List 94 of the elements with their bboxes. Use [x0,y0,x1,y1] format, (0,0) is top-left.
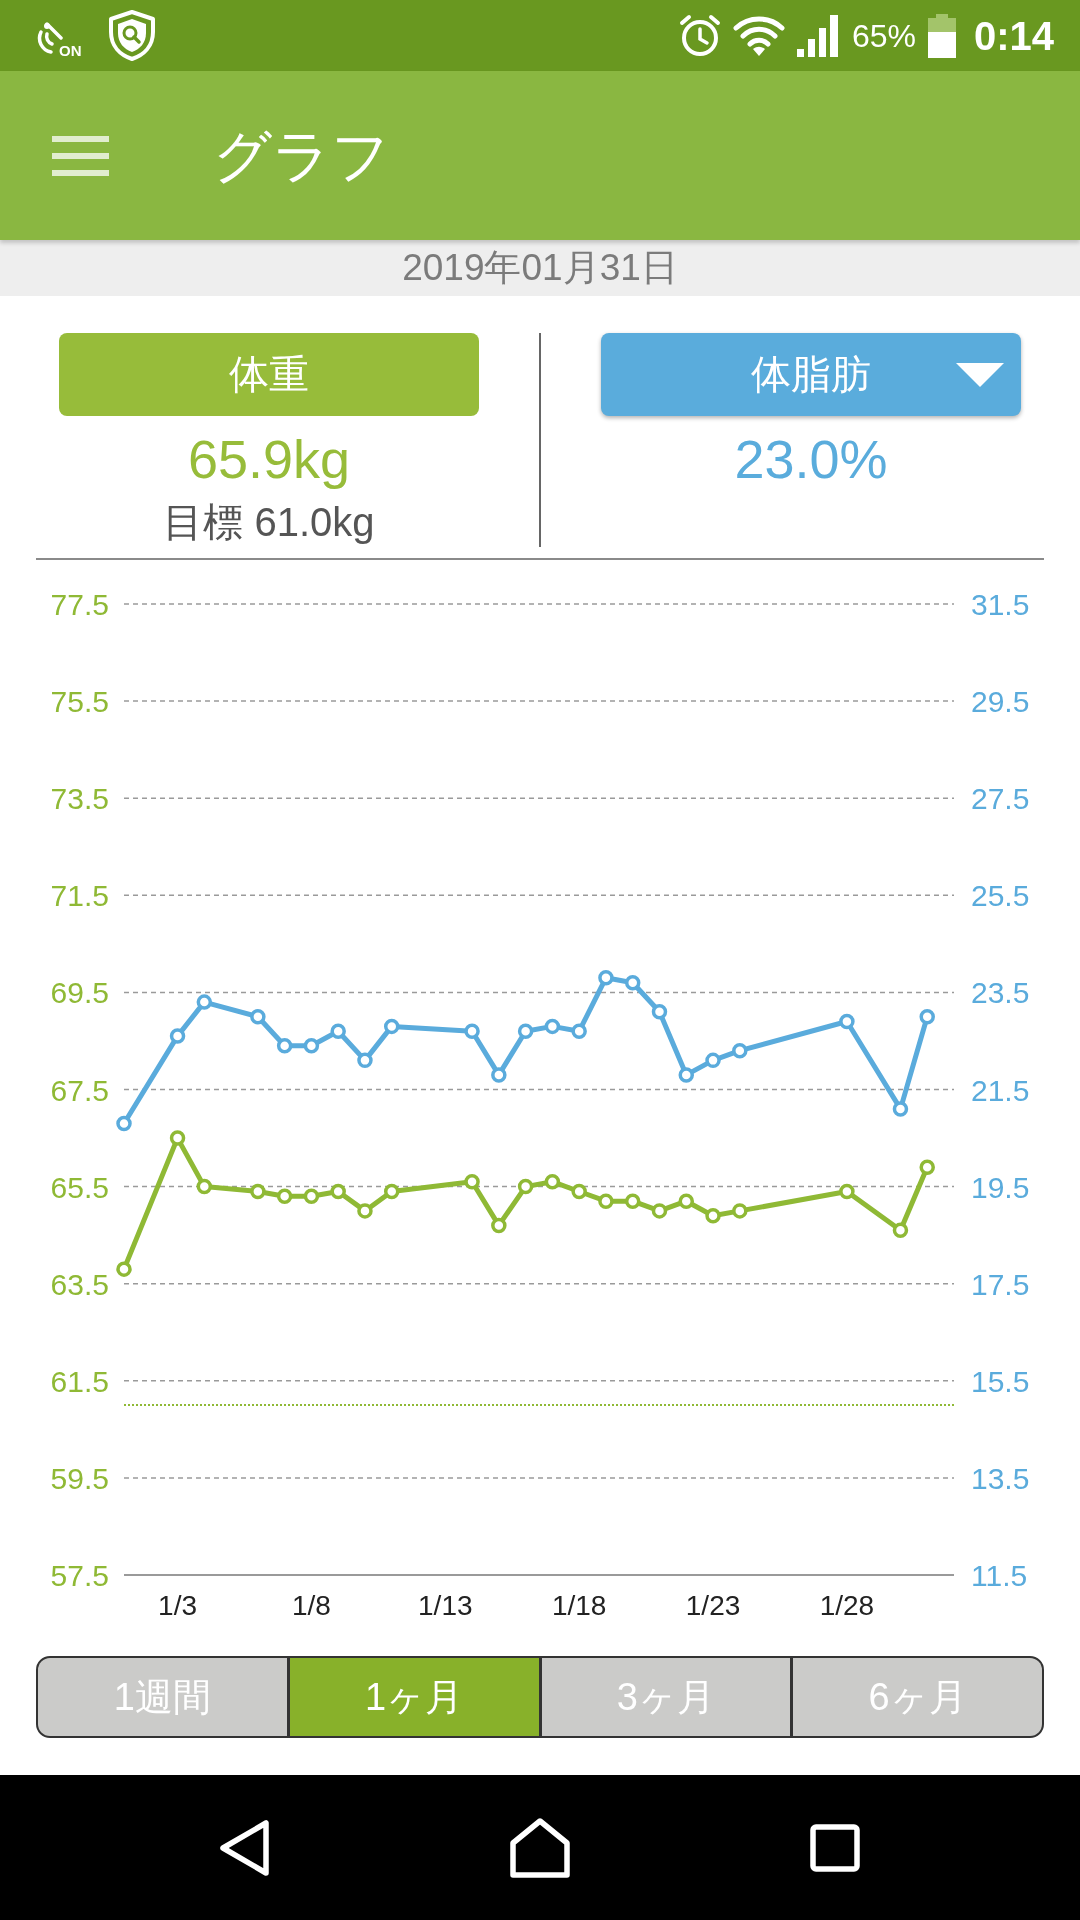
data-point [598,970,614,986]
y-axis-label: 31.5 [971,588,1030,621]
goal-value: 目標 61.0kg [163,499,375,546]
data-point [732,1203,748,1219]
y-axis-label: 23.5 [971,976,1030,1010]
data-point [116,1115,132,1132]
nfc-label: ON [59,42,82,58]
y-axis-label: 69.5 [50,976,109,1010]
x-axis-label: 1/13 [418,1590,473,1621]
data-point [169,1130,186,1146]
square-icon [810,1823,860,1872]
y-axis-label: 13.5 [971,1461,1030,1495]
y-axis-label: 57.5 [50,1559,109,1592]
menu-icon [52,135,109,176]
data-point [384,1018,400,1035]
data-point [196,1178,213,1195]
data-point [517,1178,534,1195]
data-point [330,1183,346,1200]
data-point [250,1183,266,1200]
y-axis-label: 77.5 [50,588,109,621]
back-icon [219,1818,271,1877]
data-point [892,1101,909,1117]
shield-icon [107,10,156,61]
data-point [678,1193,694,1209]
y-axis-label: 15.5 [971,1364,1030,1398]
data-point [464,1023,480,1039]
data-point [491,1067,507,1083]
date-label: 2019年01月31日 [402,246,678,290]
metric-button[interactable]: 体脂肪 [601,333,1021,416]
data-point [357,1203,373,1219]
data-point [116,1261,132,1277]
data-point [651,1203,668,1219]
data-point [357,1052,373,1069]
data-point [705,1052,721,1069]
metric-value: 65.9kg [187,428,351,490]
data-point [384,1183,400,1200]
y-axis-label: 29.5 [971,685,1030,719]
y-axis-label: 19.5 [971,1170,1030,1204]
metric-value: 23.0% [734,428,888,490]
x-axis-label: 1/8 [291,1590,331,1621]
data-point [303,1038,320,1054]
data-point [839,1013,855,1030]
battery-percent: 65% [851,16,916,56]
y-axis-label: 63.5 [50,1267,109,1301]
data-point [303,1188,320,1205]
x-axis-label: 1/18 [551,1590,607,1621]
y-axis-label: 21.5 [971,1073,1030,1107]
data-point [919,1008,935,1025]
x-axis-label: 1/3 [158,1590,197,1621]
screen-title: グラフ [213,121,390,190]
signal-icon [796,14,840,57]
data-point [598,1193,614,1209]
y-axis-label: 11.5 [971,1559,1028,1592]
y-axis-label: 71.5 [50,879,109,913]
data-point [196,994,213,1010]
home-icon [510,1817,570,1878]
y-axis-label: 25.5 [971,879,1030,913]
data-point [276,1038,293,1054]
data-point [919,1159,935,1175]
data-point [491,1217,507,1234]
y-axis-label: 17.5 [971,1267,1030,1301]
metric-button[interactable]: 体重 [59,333,479,416]
data-point [624,1193,641,1209]
data-point [276,1188,293,1205]
y-axis-label: 75.5 [50,685,109,719]
x-axis-label: 1/28 [819,1590,875,1621]
y-axis-label: 27.5 [971,782,1030,816]
data-point [169,1028,186,1044]
x-axis-label: 1/23 [685,1590,741,1621]
data-point [517,1023,534,1039]
data-point [651,1004,668,1020]
y-axis-label: 67.5 [50,1073,109,1107]
data-point [678,1067,694,1083]
y-axis-label: 73.5 [50,782,109,816]
data-point [330,1023,346,1039]
data-point [732,1042,748,1059]
y-axis-label: 59.5 [50,1461,109,1495]
clock-time: 0:14 [973,12,1054,59]
y-axis-label: 65.5 [50,1170,109,1204]
data-point [544,1174,561,1190]
data-point [705,1208,721,1224]
y-axis-label: 61.5 [50,1364,109,1398]
data-point [624,974,641,991]
data-point [464,1174,480,1190]
data-point [571,1023,587,1039]
period-tab[interactable]: 1ヶ月 [289,1658,539,1736]
wifi-icon [732,14,785,57]
data-point [544,1018,561,1035]
data-point [839,1183,855,1200]
data-point [892,1222,909,1239]
data-point [250,1008,266,1025]
battery-icon [927,13,956,58]
alarm-clock-icon [678,13,721,58]
data-point [571,1183,587,1200]
